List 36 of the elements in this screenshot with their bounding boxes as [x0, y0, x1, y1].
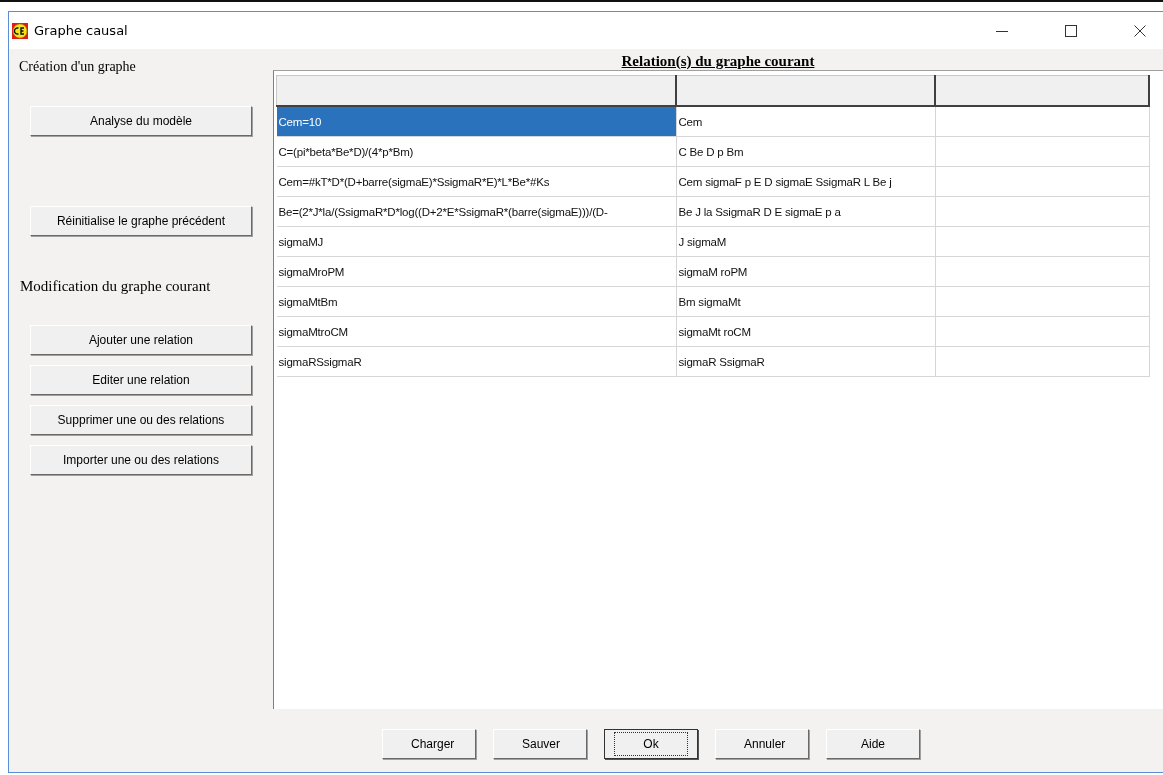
dialog-button[interactable]: Sauver [493, 729, 587, 759]
dialog-button[interactable]: Charger [382, 729, 476, 759]
maximize-icon[interactable] [1065, 24, 1077, 37]
table-cell: sigmaR SsigmaR [676, 346, 935, 376]
table-cell[interactable]: sigmaRSsigmaR [276, 346, 676, 376]
side-button[interactable]: Analyse du modèle [30, 106, 252, 136]
table-cell[interactable]: Cem=10 [276, 106, 676, 136]
side-button[interactable]: Ajouter une relation [30, 325, 252, 355]
table-cell[interactable]: Cem=#kT*D*(D+barre(sigmaE)*SsigmaR*E)*L*Be*#Ks [276, 166, 676, 196]
section-heading: Modification du graphe courant [20, 278, 212, 295]
dialog-button[interactable]: Ok [604, 729, 698, 759]
table-cell[interactable]: sigmaMroPM [276, 256, 676, 286]
table-cell: C Be D p Bm [676, 136, 935, 166]
table-cell: Bm sigmaMt [676, 286, 935, 316]
table-cell: sigmaMt roCM [676, 316, 935, 346]
side-button[interactable]: Supprimer une ou des relations [30, 405, 252, 435]
table-cell[interactable]: Be=(2*J*la/(SsigmaR*D*log((D+2*E*SsigmaR*(barre(sigmaE)))/(D- [276, 196, 676, 226]
window-title: Graphe causal [34, 23, 128, 38]
table-cell: J sigmaM [676, 226, 935, 256]
table-cell: Cem [676, 106, 935, 136]
section-heading: Création d'un graphe [19, 59, 137, 75]
table-cell[interactable]: sigmaMJ [276, 226, 676, 256]
table-cell[interactable]: C=(pi*beta*Be*D)/(4*p*Bm) [276, 136, 676, 166]
table-cell: sigmaM roPM [676, 256, 935, 286]
dialog-button[interactable]: Aide [826, 729, 920, 759]
side-button[interactable]: Importer une ou des relations [30, 445, 252, 475]
dialog-button[interactable]: Annuler [715, 729, 809, 759]
side-button[interactable]: Editer une relation [30, 365, 252, 395]
close-icon[interactable] [1134, 24, 1146, 37]
side-button[interactable]: Réinitialise le graphe précédent [30, 206, 252, 236]
table-cell[interactable]: sigmaMtroCM [276, 316, 676, 346]
table-cell: Be J la SsigmaR D E sigmaE p a [676, 196, 935, 226]
table-cell[interactable]: sigmaMtBm [276, 286, 676, 316]
app-logo-icon [12, 22, 28, 39]
table-cell: Cem sigmaF p E D sigmaE SsigmaR L Be j [676, 166, 935, 196]
table-title: Relation(s) du graphe courant [621, 53, 815, 70]
